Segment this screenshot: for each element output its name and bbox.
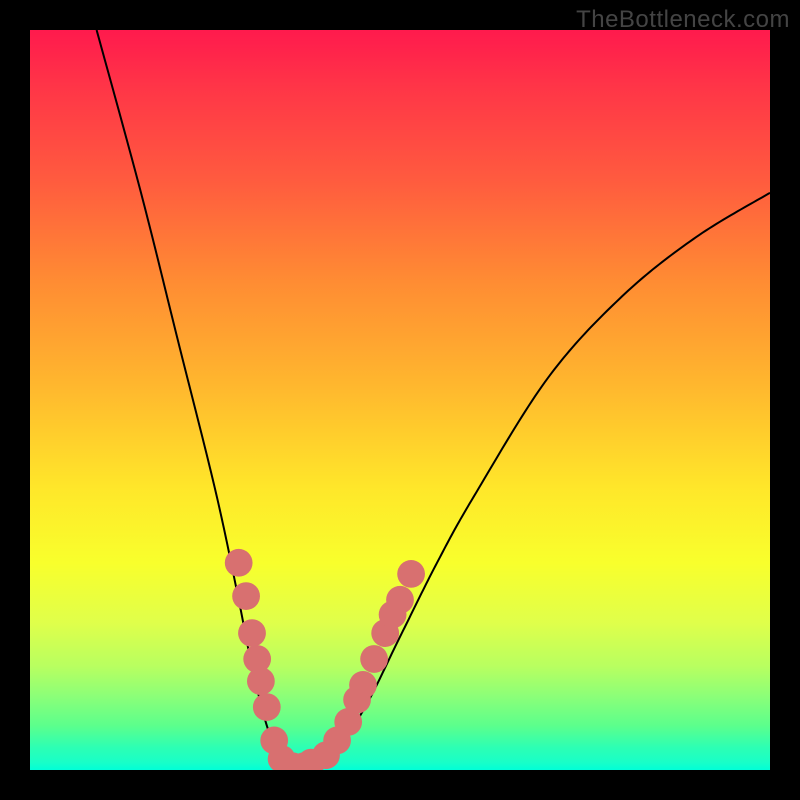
curve-layer bbox=[30, 30, 770, 770]
marker-group bbox=[225, 549, 425, 770]
marker-dot bbox=[247, 667, 275, 695]
marker-dot bbox=[253, 693, 281, 721]
plot-area bbox=[30, 30, 770, 770]
marker-dot bbox=[238, 619, 266, 647]
watermark-text: TheBottleneck.com bbox=[576, 6, 790, 34]
marker-dot bbox=[360, 645, 388, 673]
curve-group bbox=[97, 30, 770, 770]
marker-dot bbox=[397, 560, 425, 588]
marker-dot bbox=[232, 582, 260, 610]
marker-dot bbox=[225, 549, 253, 577]
marker-dot bbox=[386, 586, 414, 614]
marker-dot bbox=[349, 671, 377, 699]
chart-frame: TheBottleneck.com bbox=[0, 0, 800, 800]
